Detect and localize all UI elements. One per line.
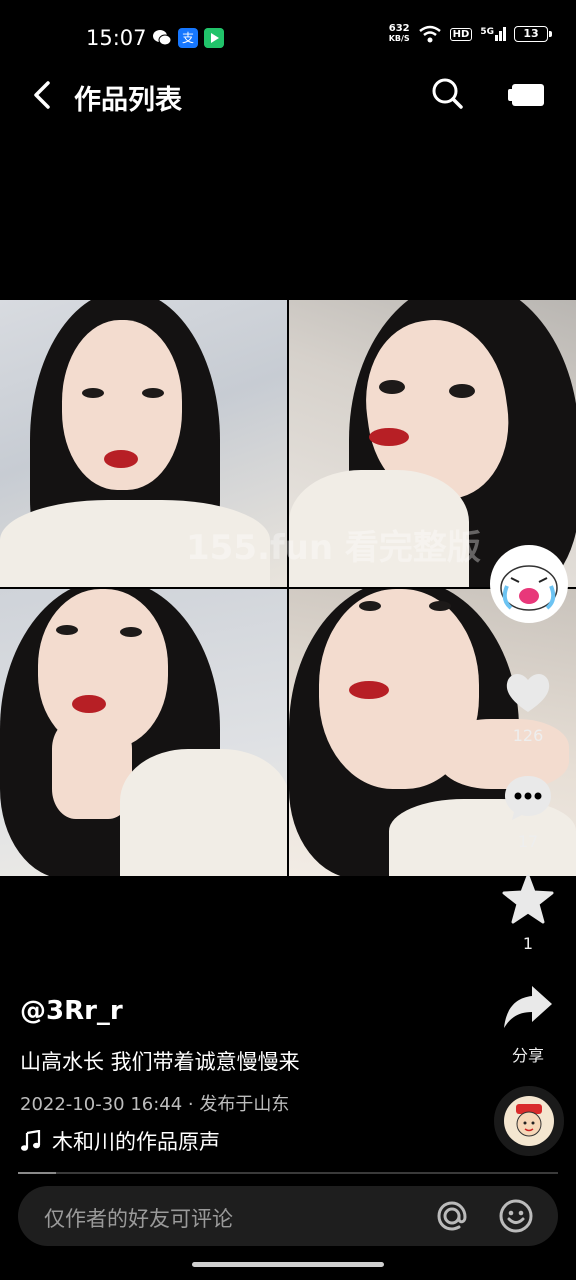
video-progress-bar[interactable] bbox=[18, 1172, 558, 1174]
favorite-button[interactable]: 1 bbox=[496, 872, 560, 953]
wifi-icon bbox=[418, 25, 441, 43]
status-bar: 15:07 支 632 KB/S HD 5G 13 bbox=[0, 0, 576, 72]
favorite-count: 1 bbox=[522, 934, 534, 953]
nav-bar: 作品列表 bbox=[0, 72, 576, 120]
post-meta: 2022-10-30 16:44 · 发布于山东 bbox=[20, 1094, 290, 1115]
hd-badge: HD bbox=[449, 27, 473, 41]
author-name[interactable]: @3Rr_r bbox=[20, 996, 123, 1026]
wechat-icon bbox=[153, 30, 172, 46]
status-indicators: 632 KB/S HD 5G 13 bbox=[388, 23, 552, 44]
star-icon bbox=[502, 874, 554, 924]
search-icon[interactable] bbox=[430, 76, 464, 110]
emoji-icon[interactable] bbox=[498, 1198, 534, 1234]
comment-bubble-icon bbox=[505, 776, 551, 820]
status-time: 15:07 bbox=[86, 26, 147, 50]
page-title: 作品列表 bbox=[74, 85, 182, 116]
progress-fill bbox=[18, 1172, 56, 1174]
watermark-text: 155.fun 看完整版 bbox=[186, 528, 481, 568]
post-caption: 山高水长 我们带着诚意慢慢来 bbox=[20, 1050, 300, 1074]
music-note-icon bbox=[21, 1130, 41, 1151]
music-disc[interactable] bbox=[494, 1086, 564, 1156]
author-avatar[interactable] bbox=[490, 545, 568, 623]
disc-cover-icon bbox=[504, 1096, 554, 1146]
net-speed: 632 KB/S bbox=[388, 23, 410, 44]
share-label: 分享 bbox=[511, 1046, 544, 1065]
music-info[interactable]: 木和川的作品原声 bbox=[20, 1126, 220, 1156]
comment-button[interactable]: 17 bbox=[496, 770, 560, 851]
camera-icon[interactable] bbox=[508, 80, 548, 108]
like-button[interactable]: 126 bbox=[496, 664, 560, 745]
comment-placeholder: 仅作者的好友可评论 bbox=[44, 1207, 233, 1231]
video-app-icon bbox=[204, 28, 224, 48]
heart-icon bbox=[506, 674, 550, 712]
share-arrow-icon bbox=[504, 986, 552, 1028]
comment-count: 17 bbox=[517, 832, 539, 851]
share-button[interactable]: 分享 bbox=[496, 980, 560, 1066]
music-title: 木和川的作品原声 bbox=[52, 1130, 220, 1154]
home-indicator[interactable] bbox=[192, 1262, 384, 1267]
at-mention-icon[interactable] bbox=[434, 1198, 470, 1234]
comment-input-bar[interactable]: 仅作者的好友可评论 bbox=[18, 1186, 558, 1246]
photo-3 bbox=[0, 589, 287, 876]
notification-icons: 支 bbox=[152, 28, 224, 48]
battery-icon: 13 bbox=[514, 26, 552, 42]
alipay-icon: 支 bbox=[178, 28, 198, 48]
like-count: 126 bbox=[512, 726, 544, 745]
back-arrow-icon[interactable] bbox=[28, 78, 60, 112]
cellular-signal-icon: 5G bbox=[480, 27, 506, 41]
cartoon-avatar-icon bbox=[500, 565, 558, 611]
